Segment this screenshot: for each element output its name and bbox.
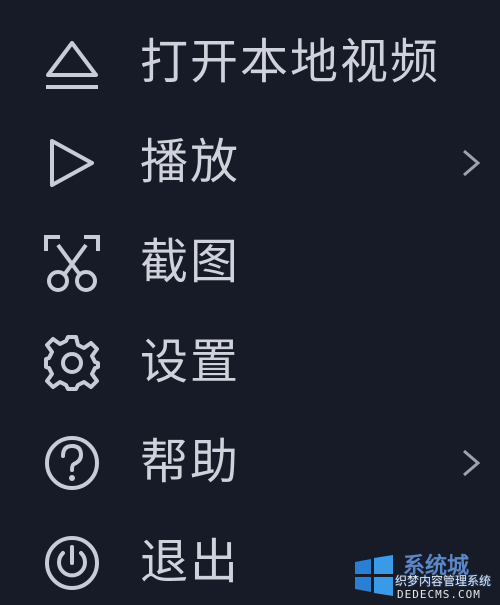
chevron-right-icon <box>458 448 484 478</box>
windows-logo-icon <box>351 552 397 598</box>
menu-item-label: 退出 <box>140 534 241 590</box>
menu-item-label: 播放 <box>140 134 241 190</box>
scissors-icon <box>40 231 104 295</box>
menu-item-label: 截图 <box>140 234 241 290</box>
menu-item-screenshot[interactable]: 截图 <box>0 208 500 308</box>
menu-item-label: 设置 <box>140 334 241 390</box>
gear-icon <box>40 331 104 395</box>
menu-item-help[interactable]: 帮助 <box>0 408 500 508</box>
menu-item-open-local-video[interactable]: 打开本地视频 <box>0 8 500 108</box>
play-icon <box>40 131 104 195</box>
menu-item-label: 打开本地视频 <box>140 34 441 90</box>
menu-item-settings[interactable]: 设置 <box>0 308 500 408</box>
chevron-right-icon <box>458 148 484 178</box>
watermark: 系统城 织梦内容管理系统 DEDECMS.COM <box>345 548 500 605</box>
help-icon <box>40 431 104 495</box>
menu-item-label: 帮助 <box>140 434 241 490</box>
watermark-en-text: DEDECMS.COM <box>397 588 481 601</box>
watermark-cn-text: 织梦内容管理系统 <box>395 574 492 588</box>
power-icon <box>40 531 104 595</box>
eject-icon <box>40 31 104 95</box>
menu-item-play[interactable]: 播放 <box>0 108 500 208</box>
context-menu: 打开本地视频 播放 截图 设置 帮助 退出 系统城 织梦内容管理系统 DEDEC… <box>0 0 500 605</box>
